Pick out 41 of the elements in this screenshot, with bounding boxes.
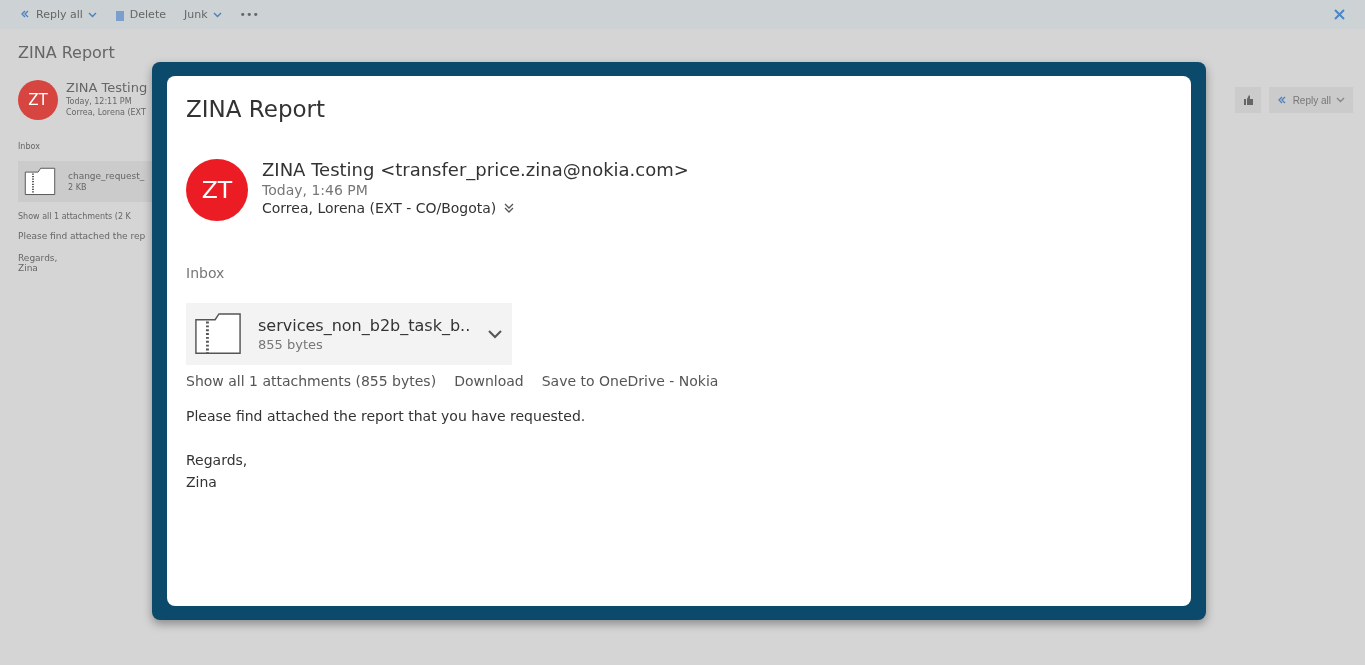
show-attachments-link[interactable]: Show all 1 attachments (855 bytes) (186, 373, 437, 389)
message-time: Today, 12:11 PM (66, 97, 133, 106)
sender-avatar: ZT (186, 159, 248, 221)
message-subject: ZINA Report (186, 96, 327, 122)
recipient: Correa, Lorena (EXT (66, 108, 147, 117)
message-subject: ZINA Report (18, 43, 115, 62)
show-attachments-link[interactable]: Show all 1 attachments (2 K (18, 211, 131, 221)
message-text: Please find attached the rep (18, 230, 146, 241)
attachment-name: services_non_b2b_task_b.. (258, 316, 472, 335)
caret-icon (1336, 97, 1345, 103)
attachment-size: 855 bytes (258, 337, 324, 352)
sender-name: ZINA Testing (66, 80, 148, 95)
zip-folder-icon (24, 167, 56, 196)
message-text: Please find attached the report that you have requested. (186, 407, 587, 426)
junk-button[interactable]: Junk (184, 8, 222, 21)
message-text: Regards, Zina (186, 451, 249, 492)
double-chevron-icon[interactable] (504, 203, 515, 213)
like-button[interactable] (1234, 87, 1261, 113)
sender-avatar: ZT (18, 80, 58, 120)
attachment-card[interactable]: services_non_b2b_task_b.. 855 bytes (186, 303, 512, 365)
more-button[interactable]: ••• (239, 8, 259, 21)
thumbs-up-icon (1242, 95, 1253, 105)
message-text: Regards, Zina (18, 252, 58, 273)
download-link[interactable]: Download (454, 373, 524, 389)
delete-button[interactable]: Delete (114, 8, 166, 21)
trash-icon (114, 8, 125, 21)
sender-name: ZINA Testing <transfer_price.zina@nokia.com> (262, 159, 689, 180)
caret-icon (87, 11, 97, 18)
reply-all-icon (20, 9, 31, 20)
caret-icon (212, 11, 222, 18)
save-to-onedrive-link[interactable]: Save to OneDrive - Nokia (541, 373, 719, 389)
folder-label: Inbox (18, 142, 40, 151)
zip-folder-icon (194, 312, 242, 356)
recipient: Correa, Lorena (EXT - CO/Bogota) (262, 200, 497, 216)
reply-all-icon (1276, 94, 1288, 106)
reply-all-button[interactable]: Reply all (1268, 87, 1353, 113)
message-time: Today, 1:46 PM (262, 182, 369, 198)
folder-label: Inbox (186, 265, 226, 281)
close-icon (1334, 9, 1345, 20)
reply-button[interactable]: Reply all (20, 8, 97, 21)
chevron-down-icon[interactable] (488, 329, 502, 339)
